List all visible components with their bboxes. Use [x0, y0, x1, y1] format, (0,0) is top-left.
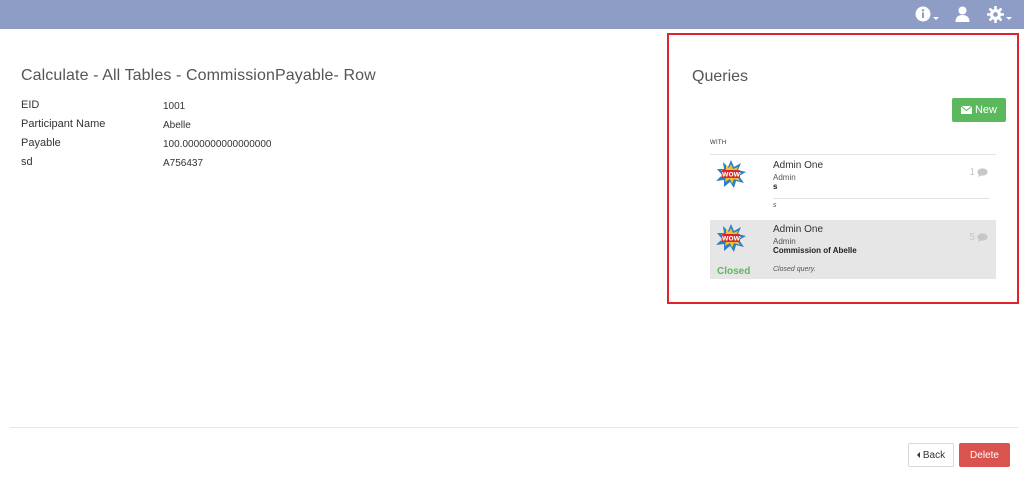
- comment-icon: [977, 168, 988, 177]
- query-status-badge: Closed: [717, 266, 751, 277]
- field-label-participant-name: Participant Name: [21, 118, 106, 130]
- new-query-button[interactable]: New: [952, 98, 1006, 122]
- back-button[interactable]: Back: [908, 443, 954, 467]
- queries-title: Queries: [692, 68, 749, 85]
- with-label: WITH: [710, 140, 727, 146]
- query-author: Admin One: [773, 224, 824, 235]
- field-label-eid: EID: [21, 99, 40, 111]
- chevron-down-icon: [1006, 16, 1012, 20]
- query-subject: Commission of Abelle: [773, 246, 857, 255]
- comment-count: 5: [969, 232, 975, 243]
- comment-icon: [977, 233, 988, 242]
- info-icon: [915, 6, 931, 22]
- delete-label: Delete: [970, 449, 999, 461]
- footer-divider: [10, 427, 1018, 428]
- settings-menu[interactable]: [987, 4, 1012, 24]
- field-label-sd: sd: [21, 156, 33, 168]
- query-item[interactable]: WOW Admin One Admin Commission of Abelle…: [710, 220, 996, 279]
- user-icon: [955, 6, 970, 22]
- back-label: Back: [922, 449, 946, 461]
- caret-left-icon: [916, 452, 920, 458]
- query-comment-count: 1: [969, 167, 988, 178]
- page-title: Calculate - All Tables - CommissionPayab…: [21, 67, 376, 84]
- comment-count: 1: [969, 167, 975, 178]
- envelope-icon: [960, 106, 972, 114]
- top-navigation-bar: [0, 0, 1024, 29]
- query-author: Admin One: [773, 160, 824, 171]
- query-comment-count: 5: [969, 232, 988, 243]
- wow-avatar: WOW: [716, 160, 746, 188]
- svg-text:WOW: WOW: [722, 172, 741, 179]
- chevron-down-icon: [933, 16, 939, 20]
- divider: [710, 154, 996, 155]
- delete-button[interactable]: Delete: [959, 443, 1010, 467]
- query-item[interactable]: WOW Admin One Admin s s 1: [710, 156, 996, 213]
- field-value-payable: 100.0000000000000000: [163, 139, 272, 150]
- field-value-eid: 1001: [163, 101, 186, 112]
- info-menu[interactable]: [915, 4, 939, 24]
- query-message: s: [773, 202, 777, 209]
- query-message: Closed query.: [773, 266, 816, 273]
- field-value-participant-name: Abelle: [163, 120, 191, 131]
- gear-icon: [987, 5, 1004, 23]
- divider: [773, 198, 990, 199]
- wow-avatar: WOW: [716, 224, 746, 252]
- svg-text:WOW: WOW: [722, 236, 741, 243]
- user-menu[interactable]: [955, 4, 970, 24]
- field-value-sd: A756437: [163, 158, 204, 169]
- new-query-label: New: [974, 104, 997, 116]
- field-label-payable: Payable: [21, 137, 61, 149]
- query-role: Admin: [773, 173, 796, 182]
- query-role: Admin: [773, 237, 796, 246]
- query-subject: s: [773, 182, 778, 191]
